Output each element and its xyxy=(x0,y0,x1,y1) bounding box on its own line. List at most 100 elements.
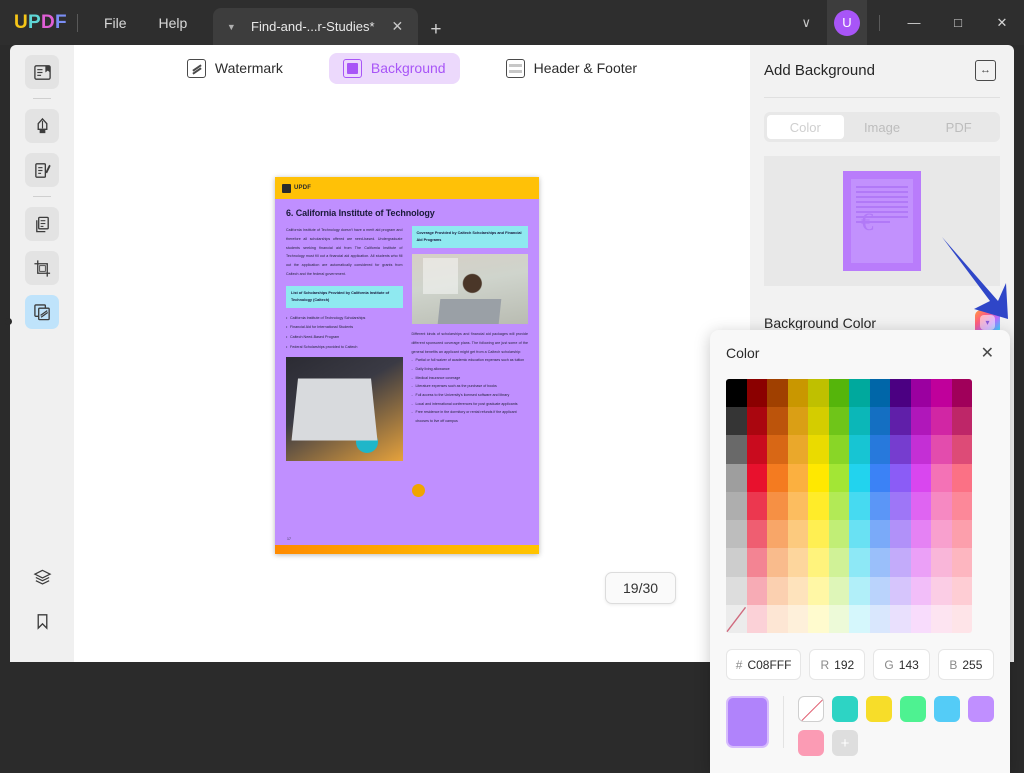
palette-cell[interactable] xyxy=(849,520,870,549)
palette-cell[interactable] xyxy=(849,491,870,521)
sidebar-item-layers[interactable] xyxy=(25,560,59,594)
menu-file[interactable]: File xyxy=(88,9,143,37)
tab-image[interactable]: Image xyxy=(844,115,921,139)
palette-cell[interactable] xyxy=(890,407,911,436)
palette-cell[interactable] xyxy=(931,520,952,549)
watermark-button[interactable]: Watermark xyxy=(173,53,297,84)
palette-cell[interactable] xyxy=(746,548,767,577)
palette-cell[interactable] xyxy=(726,379,747,408)
palette-cell[interactable] xyxy=(726,548,747,577)
palette-cell[interactable] xyxy=(767,491,788,521)
palette-cell[interactable] xyxy=(746,604,767,633)
palette-cell[interactable] xyxy=(849,407,870,436)
palette-cell[interactable] xyxy=(726,407,747,436)
palette-cell[interactable] xyxy=(890,520,911,549)
palette-cell[interactable] xyxy=(746,435,767,464)
palette-cell[interactable] xyxy=(808,491,829,521)
palette-cell[interactable] xyxy=(849,435,870,464)
palette-cell[interactable] xyxy=(910,491,931,521)
palette-cell[interactable] xyxy=(828,520,849,549)
sidebar-item-organize[interactable] xyxy=(25,207,59,241)
color-palette-grid[interactable] xyxy=(726,379,972,633)
palette-cell[interactable] xyxy=(787,463,808,492)
palette-cell[interactable] xyxy=(808,520,829,549)
palette-cell[interactable] xyxy=(808,548,829,577)
minimize-button[interactable]: — xyxy=(892,0,936,45)
palette-cell[interactable] xyxy=(828,576,849,605)
palette-cell[interactable] xyxy=(869,548,890,577)
green-input[interactable]: G 143 xyxy=(873,649,930,680)
palette-cell[interactable] xyxy=(808,379,829,408)
menu-help[interactable]: Help xyxy=(143,9,204,37)
green-swatch[interactable] xyxy=(900,696,926,722)
close-icon[interactable]: ✕ xyxy=(981,343,994,363)
palette-cell[interactable] xyxy=(869,520,890,549)
sidebar-item-markup[interactable] xyxy=(25,109,59,143)
palette-cell[interactable] xyxy=(808,407,829,436)
palette-cell[interactable] xyxy=(951,463,972,492)
add-color-swatch[interactable]: + xyxy=(832,730,858,756)
no-color-swatch[interactable] xyxy=(798,696,824,722)
close-icon[interactable]: ✕ xyxy=(386,18,408,35)
palette-cell[interactable] xyxy=(951,520,972,549)
palette-cell[interactable] xyxy=(869,435,890,464)
palette-cell[interactable] xyxy=(849,576,870,605)
palette-cell[interactable] xyxy=(869,379,890,408)
palette-cell[interactable] xyxy=(890,463,911,492)
teal-swatch[interactable] xyxy=(832,696,858,722)
palette-cell[interactable] xyxy=(951,604,972,633)
palette-cell[interactable] xyxy=(849,548,870,577)
palette-cell[interactable] xyxy=(828,491,849,521)
sidebar-item-reader[interactable] xyxy=(25,55,59,89)
palette-cell[interactable] xyxy=(726,520,747,549)
palette-cell[interactable] xyxy=(951,379,972,408)
palette-cell[interactable] xyxy=(767,520,788,549)
palette-cell[interactable] xyxy=(890,379,911,408)
palette-cell[interactable] xyxy=(726,435,747,464)
tab-pdf[interactable]: PDF xyxy=(920,115,997,139)
palette-cell[interactable] xyxy=(828,548,849,577)
palette-cell[interactable] xyxy=(828,435,849,464)
palette-cell[interactable] xyxy=(931,463,952,492)
palette-cell[interactable] xyxy=(767,379,788,408)
page-indicator[interactable]: 19/30 xyxy=(605,572,677,604)
palette-cell[interactable] xyxy=(808,604,829,633)
palette-cell[interactable] xyxy=(726,604,747,633)
palette-cell[interactable] xyxy=(869,604,890,633)
sidebar-item-crop[interactable] xyxy=(25,251,59,285)
sky-swatch[interactable] xyxy=(934,696,960,722)
palette-cell[interactable] xyxy=(910,463,931,492)
palette-cell[interactable] xyxy=(869,576,890,605)
palette-cell[interactable] xyxy=(808,576,829,605)
pdf-page[interactable]: UPDF 6. California Institute of Technolo… xyxy=(275,177,539,554)
sidebar-item-background[interactable] xyxy=(25,295,59,329)
palette-cell[interactable] xyxy=(828,379,849,408)
chevron-down-icon[interactable]: ▼ xyxy=(223,22,239,32)
palette-cell[interactable] xyxy=(726,491,747,521)
maximize-button[interactable]: □ xyxy=(936,0,980,45)
palette-cell[interactable] xyxy=(767,548,788,577)
document-tab[interactable]: ▼ Find-and-...r-Studies* ✕ xyxy=(213,8,419,45)
palette-cell[interactable] xyxy=(726,576,747,605)
current-color-swatch[interactable] xyxy=(726,696,770,748)
palette-cell[interactable] xyxy=(910,576,931,605)
palette-cell[interactable] xyxy=(951,491,972,521)
palette-cell[interactable] xyxy=(767,463,788,492)
palette-cell[interactable] xyxy=(869,491,890,521)
palette-cell[interactable] xyxy=(746,576,767,605)
palette-cell[interactable] xyxy=(787,520,808,549)
palette-cell[interactable] xyxy=(746,379,767,408)
palette-cell[interactable] xyxy=(931,435,952,464)
palette-cell[interactable] xyxy=(931,548,952,577)
document-resize-icon[interactable]: ↔ xyxy=(975,60,996,81)
palette-cell[interactable] xyxy=(767,576,788,605)
purple-swatch[interactable] xyxy=(968,696,994,722)
palette-cell[interactable] xyxy=(951,435,972,464)
palette-cell[interactable] xyxy=(910,435,931,464)
background-button[interactable]: Background xyxy=(328,52,460,84)
palette-cell[interactable] xyxy=(910,604,931,633)
palette-cell[interactable] xyxy=(828,604,849,633)
chevron-down-icon-menu[interactable]: ∨ xyxy=(785,15,827,31)
hex-input[interactable]: # C08FFF xyxy=(726,649,802,680)
palette-cell[interactable] xyxy=(849,463,870,492)
